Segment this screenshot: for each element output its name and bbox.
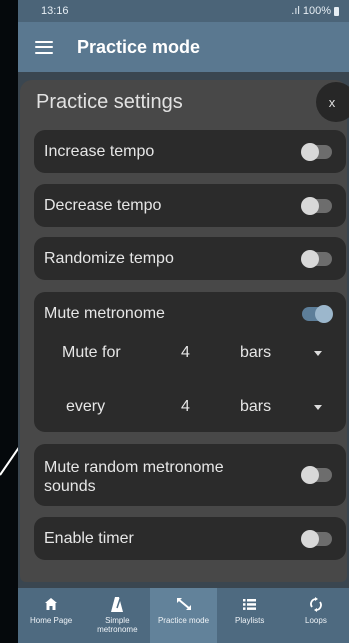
mute-metronome-row: Mute metronome Mute for 4 bars every 4 b… [34, 292, 346, 432]
every-unit-select[interactable]: bars [240, 398, 271, 416]
chevron-down-icon[interactable] [314, 405, 322, 410]
enable-timer-toggle[interactable] [301, 530, 332, 548]
nav-playlists[interactable]: Playlists [217, 588, 283, 643]
mute-for-value[interactable]: 4 [181, 344, 190, 362]
enable-timer-row[interactable]: Enable timer [34, 517, 346, 560]
randomize-tempo-label: Randomize tempo [44, 250, 174, 267]
every-label: every [66, 398, 106, 415]
randomize-tempo-toggle[interactable] [301, 250, 332, 268]
mute-random-label: Mute random metronome sounds [44, 458, 224, 496]
mute-metronome-toggle[interactable] [302, 305, 333, 323]
list-icon [243, 596, 257, 612]
mute-random-label-line1: Mute random metronome [44, 459, 224, 476]
page-title: Practice mode [77, 36, 201, 57]
toggle-knob [301, 250, 319, 268]
decrease-tempo-label: Decrease tempo [44, 197, 162, 214]
battery-percent: 100% [302, 5, 331, 17]
mute-metronome-label: Mute metronome [44, 305, 165, 322]
mute-random-label-line2: sounds [44, 478, 96, 495]
mute-for-label: Mute for [62, 344, 121, 361]
mute-random-toggle[interactable] [301, 466, 332, 484]
status-time: 13:16 [41, 5, 69, 17]
toggle-knob [301, 530, 319, 548]
toggle-knob [301, 197, 319, 215]
hamburger-menu-icon[interactable] [35, 40, 53, 54]
every-value[interactable]: 4 [181, 398, 190, 416]
enable-timer-label: Enable timer [44, 530, 134, 547]
close-icon: x [328, 94, 336, 110]
practice-settings-dialog: Practice settings x Increase tempo Decre… [20, 80, 349, 582]
signal-icon: .ıl [291, 5, 300, 17]
battery-icon [334, 6, 339, 16]
loop-icon [310, 596, 322, 612]
app-bar: Practice mode [18, 22, 349, 72]
nav-practice-mode[interactable]: Practice mode [150, 588, 217, 643]
nav-loops[interactable]: Loops [283, 588, 349, 643]
nav-playlists-label: Playlists [235, 616, 265, 625]
bottom-navigation: Home Page Simple metronome Practice mode… [18, 588, 349, 643]
nav-loops-label: Loops [305, 616, 327, 625]
metronome-icon [111, 596, 124, 612]
decrease-tempo-row[interactable]: Decrease tempo [34, 184, 346, 227]
close-button[interactable]: x [316, 82, 349, 122]
randomize-tempo-row[interactable]: Randomize tempo [34, 237, 346, 280]
dialog-title: Practice settings [36, 91, 183, 113]
home-icon [45, 596, 58, 612]
nav-simple-metronome-label: Simple metronome [97, 616, 138, 634]
mute-random-row[interactable]: Mute random metronome sounds [34, 444, 346, 506]
increase-tempo-row[interactable]: Increase tempo [34, 130, 346, 173]
increase-tempo-label: Increase tempo [44, 143, 155, 160]
toggle-knob [301, 466, 319, 484]
decrease-tempo-toggle[interactable] [301, 197, 332, 215]
toggle-knob [301, 143, 319, 161]
nav-practice-mode-label: Practice mode [157, 616, 210, 625]
chevron-down-icon[interactable] [314, 351, 322, 356]
nav-home-label: Home Page [29, 616, 73, 625]
phone-screen: 13:16 .ıl 100% Practice mode Practice se… [18, 0, 349, 643]
toggle-knob [315, 305, 333, 323]
nav-home[interactable]: Home Page [18, 588, 84, 643]
practice-icon [176, 596, 192, 612]
nav-simple-metronome[interactable]: Simple metronome [84, 588, 150, 643]
increase-tempo-toggle[interactable] [301, 143, 332, 161]
mute-for-unit-select[interactable]: bars [240, 344, 271, 362]
status-bar: 13:16 .ıl 100% [18, 0, 349, 22]
